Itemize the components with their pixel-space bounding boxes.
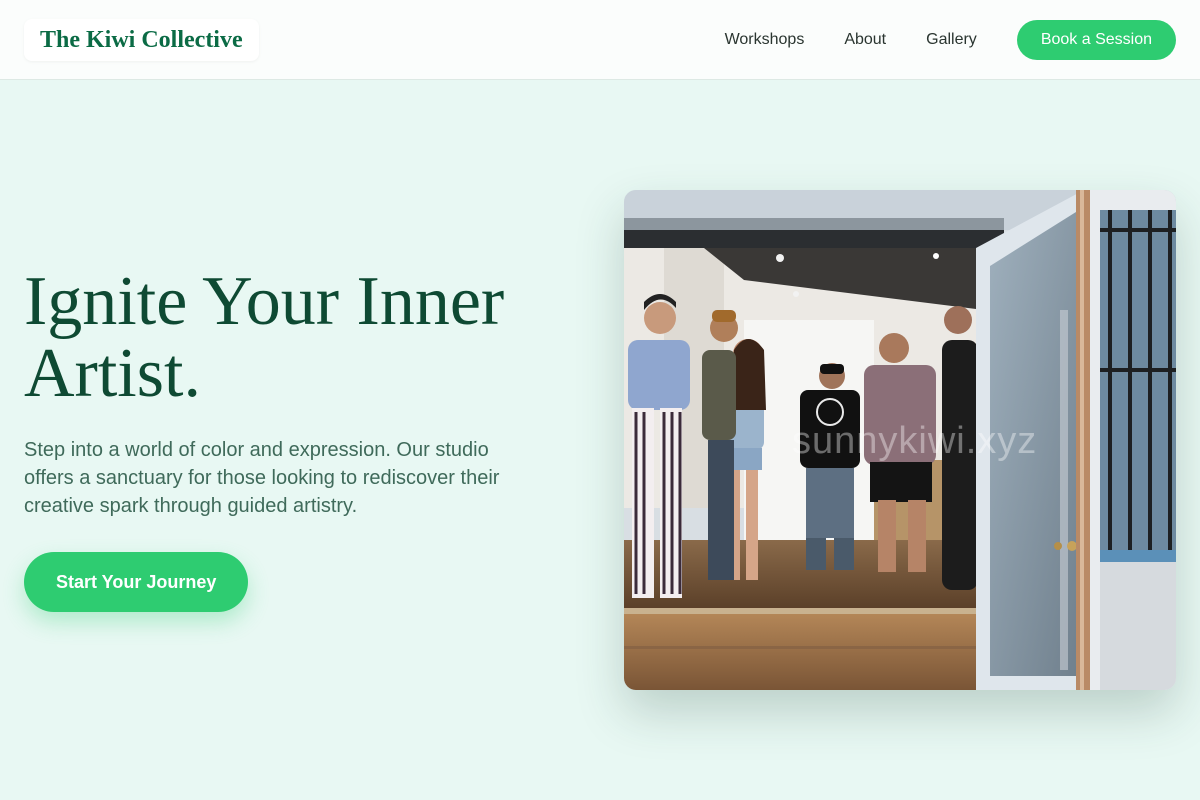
nav-link-workshops[interactable]: Workshops: [725, 31, 805, 49]
book-session-button[interactable]: Book a Session: [1016, 20, 1176, 60]
nav-link-gallery[interactable]: Gallery: [926, 31, 977, 49]
hero-title: Ignite Your Inner Artist.: [24, 263, 505, 412]
start-journey-button[interactable]: Start Your Journey: [24, 552, 249, 612]
hero-section: Ignite Your Inner Artist. Step into a wo…: [24, 266, 564, 612]
gallery-scene-illustration: [624, 190, 1176, 690]
logo[interactable]: The Kiwi Collective: [24, 19, 259, 61]
hero-image: sunnykiwi.xyz: [624, 190, 1176, 690]
site-header: The Kiwi Collective Workshops About Gall…: [0, 0, 1200, 80]
hero-subtitle: Step into a world of color and expressio…: [24, 439, 500, 517]
main-nav: Workshops About Gallery Book a Session: [725, 20, 1176, 60]
nav-link-about[interactable]: About: [844, 31, 886, 49]
